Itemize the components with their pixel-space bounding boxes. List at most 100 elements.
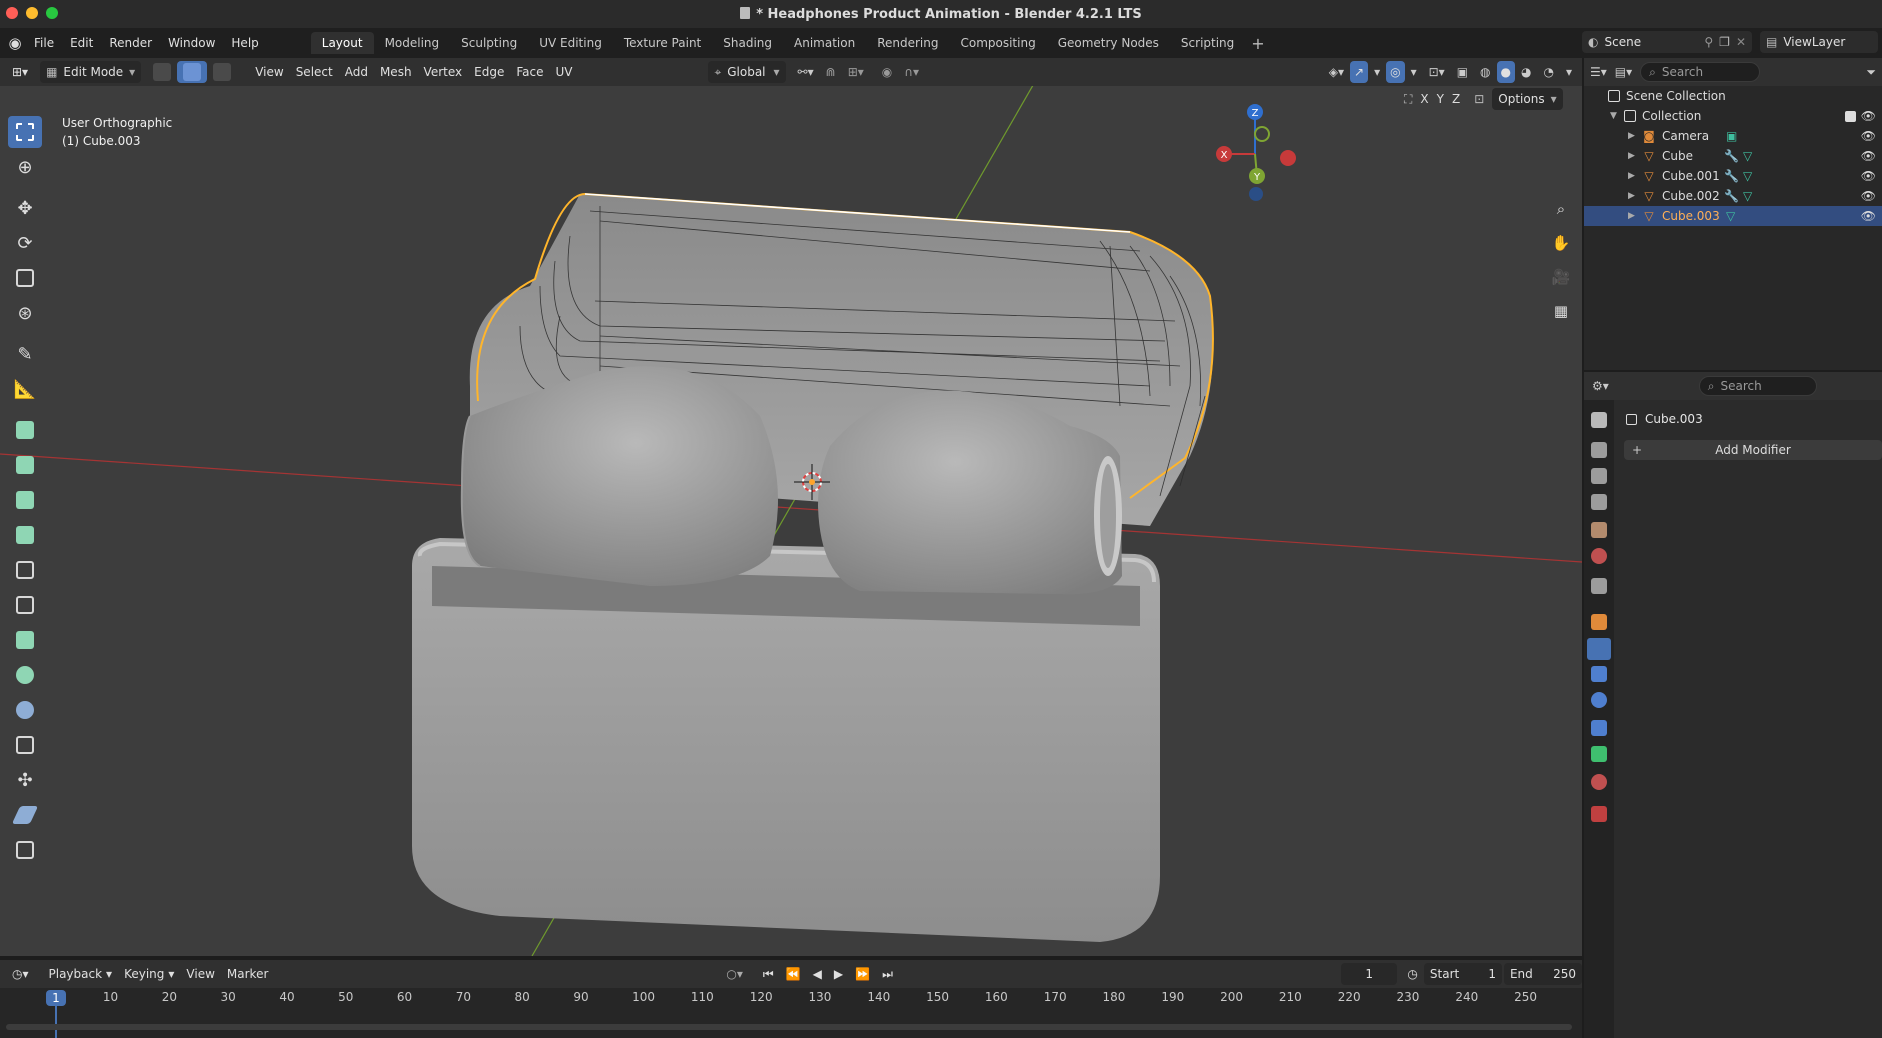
overlay-toggle-button[interactable]: ◎ — [1386, 61, 1405, 83]
timeline-editor-type-button[interactable]: ◷▾ — [6, 963, 35, 985]
properties-search-input[interactable]: ⌕ Search — [1698, 376, 1817, 396]
render-tab-icon[interactable] — [1591, 442, 1607, 458]
tool-measure[interactable]: 📐 — [8, 373, 42, 405]
gizmo-dropdown[interactable]: ▾ — [1368, 61, 1386, 83]
scene-selector[interactable]: ◐ Scene ⚲ ❐ ✕ — [1582, 31, 1752, 53]
xray-toggle-button[interactable]: ▣ — [1451, 61, 1474, 83]
mirror-y-toggle[interactable]: Y — [1437, 92, 1444, 106]
tab-rendering[interactable]: Rendering — [866, 32, 949, 54]
pan-hand-icon[interactable]: ✋ — [1548, 230, 1574, 256]
menu-file[interactable]: File — [26, 32, 62, 54]
tool-cursor[interactable]: ⊕ — [8, 151, 42, 183]
tab-uv-editing[interactable]: UV Editing — [528, 32, 613, 54]
blender-logo-icon[interactable]: ◉ — [4, 32, 26, 54]
timeline-body[interactable]: 10 20 30 40 50 60 70 80 90 100 110 120 130 140 150 160 1… — [0, 988, 1582, 1038]
tool-poly-build[interactable] — [8, 624, 42, 656]
tool-tab-icon[interactable] — [1591, 412, 1607, 428]
outliner-collection[interactable]: ▼ Collection 👁 — [1584, 106, 1882, 126]
tool-scale[interactable] — [8, 262, 42, 294]
visibility-eye-icon[interactable]: 👁 — [1861, 129, 1876, 143]
mirror-z-toggle[interactable]: Z — [1452, 92, 1460, 106]
visibility-eye-icon[interactable]: 👁 — [1861, 209, 1876, 223]
outliner-item-cube-001[interactable]: ▶ ▽ Cube.001 🔧 ▽ 👁 — [1584, 166, 1882, 186]
menu-window[interactable]: Window — [160, 32, 223, 54]
delete-scene-icon[interactable]: ✕ — [1736, 35, 1746, 49]
start-frame-field[interactable]: Start 1 — [1423, 963, 1502, 985]
mesh-data-icon[interactable]: ▽ — [1743, 169, 1752, 183]
editor-type-button[interactable]: ⊞▾ — [6, 61, 34, 83]
tool-spin[interactable] — [8, 659, 42, 691]
collection-tab-icon[interactable] — [1591, 578, 1607, 594]
tool-bevel[interactable] — [8, 519, 42, 551]
tool-shear[interactable] — [8, 799, 42, 831]
tool-select-box[interactable] — [8, 116, 42, 148]
tab-texture-paint[interactable]: Texture Paint — [613, 32, 712, 54]
filter-icon[interactable]: ⏷ — [1866, 65, 1876, 80]
tool-annotate[interactable]: ✎ — [8, 338, 42, 370]
menu-timeline-view[interactable]: View — [180, 963, 220, 985]
modifier-wrench-icon[interactable]: 🔧 — [1724, 169, 1739, 183]
snap-target-button[interactable]: ⊞▾ — [842, 61, 870, 83]
menu-edge[interactable]: Edge — [468, 61, 510, 83]
tab-geometry-nodes[interactable]: Geometry Nodes — [1047, 32, 1170, 54]
modifier-tab-icon[interactable] — [1587, 638, 1611, 660]
camera-data-icon[interactable]: ▣ — [1726, 129, 1737, 143]
view-layer-selector[interactable]: ▤ ViewLayer — [1760, 31, 1878, 53]
playhead-line[interactable] — [55, 1006, 57, 1038]
proportional-edit-button[interactable]: ◉ — [876, 61, 898, 83]
menu-edit[interactable]: Edit — [62, 32, 101, 54]
navigation-gizmo[interactable]: Z X Y — [1200, 94, 1310, 204]
expand-arrow-icon[interactable]: ▶ — [1628, 191, 1638, 201]
end-frame-field[interactable]: End 250 — [1503, 963, 1583, 985]
menu-render[interactable]: Render — [101, 32, 160, 54]
play-button[interactable]: ▶ — [828, 963, 849, 985]
falloff-button[interactable]: ∩▾ — [898, 61, 925, 83]
outliner-item-cube[interactable]: ▶ ▽ Cube 🔧 ▽ 👁 — [1584, 146, 1882, 166]
tool-rotate[interactable]: ⟳ — [8, 227, 42, 259]
constraints-tab-icon[interactable] — [1591, 720, 1607, 736]
modifier-wrench-icon[interactable]: 🔧 — [1724, 149, 1739, 163]
visibility-eye-icon[interactable]: 👁 — [1861, 149, 1876, 163]
mesh-data-icon[interactable]: ▽ — [1726, 209, 1735, 223]
visibility-eye-icon[interactable]: 👁 — [1861, 169, 1876, 183]
mesh-data-icon[interactable]: ▽ — [1743, 149, 1752, 163]
modifier-wrench-icon[interactable]: 🔧 — [1724, 189, 1739, 203]
close-window-button[interactable] — [6, 7, 18, 19]
add-workspace-button[interactable]: + — [1245, 34, 1270, 53]
tool-shrink-fatten[interactable]: ✣ — [8, 764, 42, 796]
current-frame-field[interactable]: 1 — [1340, 963, 1398, 985]
new-scene-icon[interactable]: ❐ — [1719, 35, 1730, 49]
visibility-eye-icon[interactable]: 👁 — [1861, 109, 1876, 123]
outliner-item-camera[interactable]: ▶ ◙ Camera ▣ 👁 — [1584, 126, 1882, 146]
add-modifier-button[interactable]: + Add Modifier — [1624, 440, 1882, 460]
pin-icon[interactable]: ⚲ — [1704, 35, 1713, 49]
tab-compositing[interactable]: Compositing — [949, 32, 1046, 54]
tab-sculpting[interactable]: Sculpting — [450, 32, 528, 54]
display-mode-button[interactable]: ▤▾ — [1615, 65, 1632, 79]
collapse-arrow-icon[interactable]: ▼ — [1610, 111, 1620, 121]
mesh-edit-overlay-button[interactable]: ⊡▾ — [1423, 61, 1451, 83]
jump-end-button[interactable]: ⏭ — [876, 963, 899, 985]
shading-rendered-button[interactable]: ◔ — [1537, 61, 1559, 83]
tool-inset[interactable] — [8, 484, 42, 516]
expand-arrow-icon[interactable]: ▶ — [1628, 151, 1638, 161]
shading-solid-button[interactable]: ● — [1496, 61, 1515, 83]
tool-move[interactable]: ✥ — [8, 192, 42, 224]
physics-tab-icon[interactable] — [1591, 692, 1607, 708]
menu-uv[interactable]: UV — [549, 61, 578, 83]
transform-orientation-selector[interactable]: ⌖ Global ▾ — [708, 61, 786, 83]
outliner-item-cube-002[interactable]: ▶ ▽ Cube.002 🔧 ▽ 👁 — [1584, 186, 1882, 206]
menu-vertex[interactable]: Vertex — [418, 61, 469, 83]
tool-edge-slide[interactable] — [8, 729, 42, 761]
pivot-point-button[interactable]: ⚯▾ — [792, 61, 820, 83]
visibility-toggle-button[interactable]: ◈▾ — [1323, 61, 1350, 83]
jump-start-button[interactable]: ⏮ — [757, 963, 780, 985]
tool-rip[interactable] — [8, 834, 42, 866]
scene-tab-icon[interactable] — [1591, 522, 1607, 538]
options-dropdown[interactable]: Options ▾ — [1492, 88, 1563, 110]
particles-tab-icon[interactable] — [1591, 666, 1607, 682]
gizmo-toggle-button[interactable]: ↗ — [1350, 61, 1369, 83]
face-select-button[interactable] — [207, 61, 237, 83]
menu-mesh[interactable]: Mesh — [374, 61, 418, 83]
world-tab-icon[interactable] — [1591, 548, 1607, 564]
